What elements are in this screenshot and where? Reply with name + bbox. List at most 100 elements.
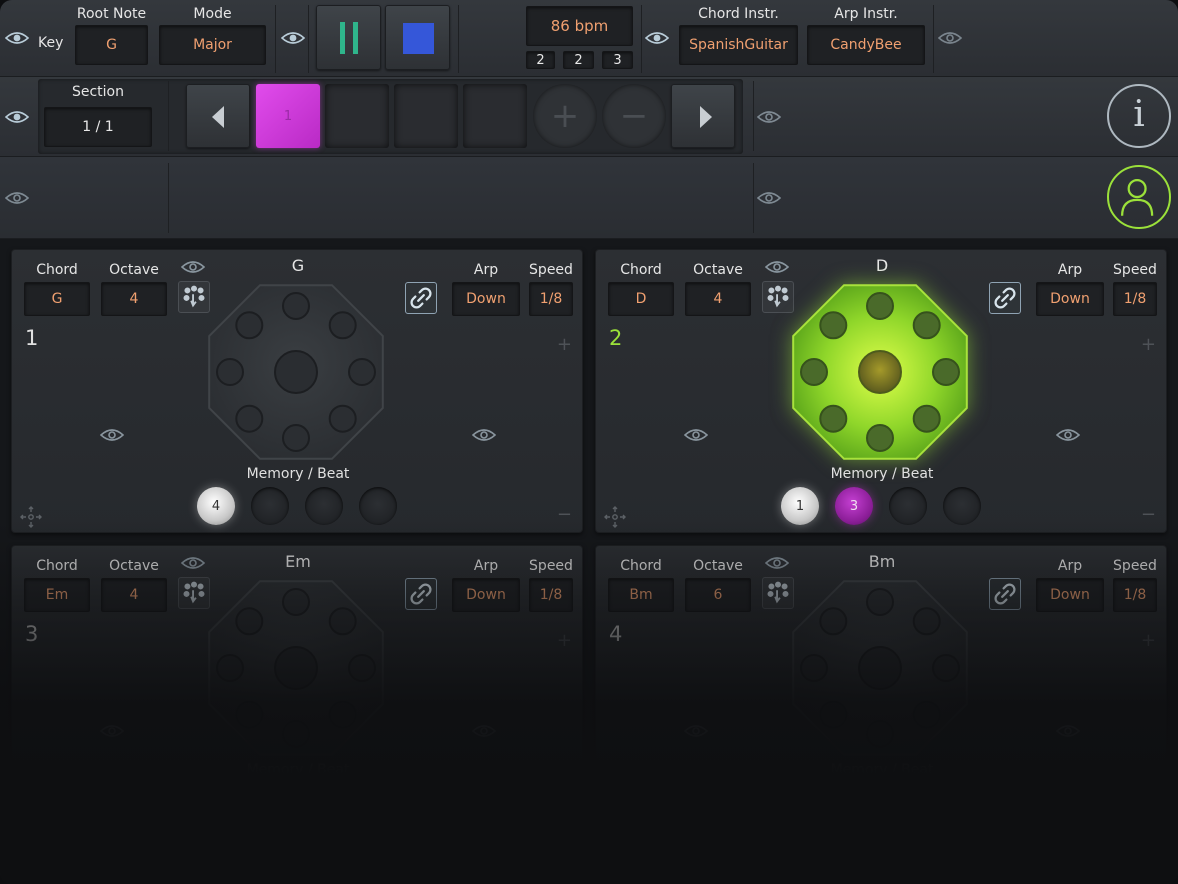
- section-tile[interactable]: [394, 84, 458, 148]
- memory-slot[interactable]: 1: [781, 487, 819, 525]
- chord-root-button[interactable]: [274, 646, 318, 690]
- stop-button[interactable]: [385, 5, 450, 70]
- arp-instr-select[interactable]: CandyBee: [807, 25, 925, 65]
- speed-select[interactable]: 1/8: [1113, 578, 1157, 612]
- section-counter[interactable]: 1 / 1: [44, 107, 152, 147]
- memory-slot[interactable]: 4: [197, 487, 235, 525]
- chord-note-button[interactable]: [819, 404, 848, 433]
- chord-note-button[interactable]: [819, 607, 848, 636]
- speed-select[interactable]: 1/8: [1113, 282, 1157, 316]
- link-button[interactable]: [989, 282, 1021, 314]
- memory-slot[interactable]: [251, 487, 289, 525]
- memory-slot[interactable]: [943, 487, 981, 525]
- eye-icon[interactable]: [5, 31, 29, 45]
- eye-icon[interactable]: [684, 724, 708, 738]
- move-icon[interactable]: [20, 506, 42, 528]
- chord-note-button[interactable]: [912, 404, 941, 433]
- eye-icon[interactable]: [181, 556, 205, 570]
- section-tile[interactable]: 1: [256, 84, 320, 148]
- remove-icon[interactable]: −: [557, 504, 572, 525]
- eye-icon[interactable]: [100, 428, 124, 442]
- chord-root-button[interactable]: [858, 350, 902, 394]
- add-icon[interactable]: +: [557, 334, 572, 355]
- chord-note-button[interactable]: [912, 700, 941, 729]
- eye-icon[interactable]: [5, 110, 29, 124]
- memory-slot[interactable]: 3: [835, 487, 873, 525]
- memory-slot[interactable]: [359, 783, 397, 821]
- memory-slot[interactable]: [889, 783, 927, 821]
- prev-section-button[interactable]: [186, 84, 250, 148]
- memory-slot[interactable]: [197, 783, 235, 821]
- memory-slot[interactable]: [943, 783, 981, 821]
- pause-button[interactable]: [316, 5, 381, 70]
- eye-icon[interactable]: [938, 31, 962, 45]
- chord-select[interactable]: Em: [24, 578, 90, 612]
- chord-select[interactable]: D: [608, 282, 674, 316]
- memory-slot[interactable]: [889, 487, 927, 525]
- chord-note-button[interactable]: [328, 700, 357, 729]
- speed-select[interactable]: 1/8: [529, 282, 573, 316]
- chord-wheel[interactable]: [198, 574, 394, 764]
- chord-note-button[interactable]: [866, 588, 894, 616]
- remove-section-button[interactable]: −: [602, 84, 666, 148]
- time-sig-division[interactable]: 3: [602, 51, 633, 69]
- link-button[interactable]: [989, 578, 1021, 610]
- chord-root-button[interactable]: [274, 350, 318, 394]
- memory-slot[interactable]: [359, 487, 397, 525]
- link-button[interactable]: [405, 282, 437, 314]
- eye-icon[interactable]: [765, 260, 789, 274]
- chord-note-button[interactable]: [819, 700, 848, 729]
- eye-icon[interactable]: [472, 428, 496, 442]
- move-icon[interactable]: [604, 802, 626, 824]
- chord-note-button[interactable]: [282, 424, 310, 452]
- eye-icon[interactable]: [1056, 428, 1080, 442]
- remove-icon[interactable]: −: [557, 800, 572, 821]
- chord-select[interactable]: G: [24, 282, 90, 316]
- eye-icon[interactable]: [645, 31, 669, 45]
- eye-icon[interactable]: [100, 724, 124, 738]
- eye-icon[interactable]: [5, 191, 29, 205]
- memory-slot[interactable]: [305, 783, 343, 821]
- octave-select[interactable]: 4: [685, 282, 751, 316]
- info-button[interactable]: i: [1107, 84, 1171, 148]
- chord-note-button[interactable]: [282, 588, 310, 616]
- add-icon[interactable]: +: [557, 630, 572, 651]
- chord-wheel[interactable]: [782, 574, 978, 764]
- tempo-field[interactable]: 86 bpm: [526, 6, 633, 46]
- chord-wheel[interactable]: [198, 278, 394, 468]
- arp-select[interactable]: Down: [1036, 282, 1104, 316]
- chord-note-button[interactable]: [216, 654, 244, 682]
- chord-note-button[interactable]: [216, 358, 244, 386]
- chord-note-button[interactable]: [932, 358, 960, 386]
- arp-select[interactable]: Down: [452, 578, 520, 612]
- speed-select[interactable]: 1/8: [529, 578, 573, 612]
- chord-note-button[interactable]: [866, 720, 894, 748]
- chord-root-button[interactable]: [858, 646, 902, 690]
- chord-note-button[interactable]: [235, 700, 264, 729]
- add-section-button[interactable]: +: [533, 84, 597, 148]
- link-button[interactable]: [405, 578, 437, 610]
- chord-note-button[interactable]: [800, 358, 828, 386]
- eye-icon[interactable]: [181, 260, 205, 274]
- eye-icon[interactable]: [472, 724, 496, 738]
- memory-slot[interactable]: [305, 487, 343, 525]
- chord-note-button[interactable]: [328, 311, 357, 340]
- chord-note-button[interactable]: [348, 358, 376, 386]
- arp-select[interactable]: Down: [452, 282, 520, 316]
- time-sig-bars[interactable]: 2: [526, 51, 555, 69]
- root-note-select[interactable]: G: [75, 25, 148, 65]
- move-icon[interactable]: [604, 506, 626, 528]
- octave-select[interactable]: 4: [101, 578, 167, 612]
- time-sig-beats[interactable]: 2: [563, 51, 594, 69]
- chord-instr-select[interactable]: SpanishGuitar: [679, 25, 798, 65]
- arp-select[interactable]: Down: [1036, 578, 1104, 612]
- remove-icon[interactable]: −: [1141, 800, 1156, 821]
- chord-note-button[interactable]: [912, 311, 941, 340]
- chord-note-button[interactable]: [932, 654, 960, 682]
- octave-select[interactable]: 4: [101, 282, 167, 316]
- move-icon[interactable]: [20, 802, 42, 824]
- add-icon[interactable]: +: [1141, 334, 1156, 355]
- eye-icon[interactable]: [757, 191, 781, 205]
- remove-icon[interactable]: −: [1141, 504, 1156, 525]
- chord-note-button[interactable]: [328, 607, 357, 636]
